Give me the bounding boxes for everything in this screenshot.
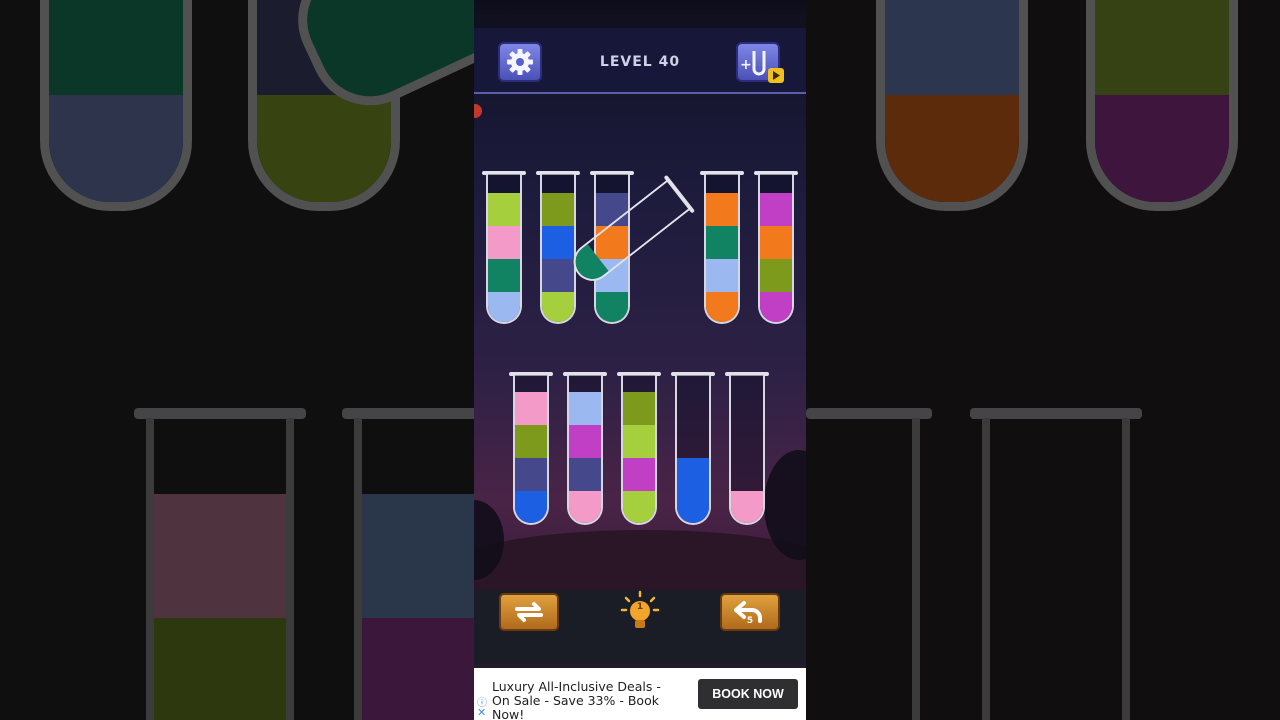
restart-icon — [515, 602, 543, 622]
undo-button[interactable]: 5 — [720, 593, 780, 631]
tube-5[interactable] — [758, 174, 794, 324]
liquid-layer-orange — [706, 292, 738, 322]
tube-8[interactable] — [621, 375, 657, 525]
lightbulb-icon — [620, 590, 660, 628]
blur-overlay — [806, 0, 1280, 720]
liquid-layer-orange — [706, 193, 738, 226]
liquid-layer-magenta — [569, 425, 601, 458]
svg-text:+: + — [740, 57, 752, 73]
liquid-layer-olive — [542, 193, 574, 226]
blur-overlay — [0, 0, 474, 720]
restart-button[interactable] — [499, 593, 559, 631]
blurred-background-left — [0, 0, 474, 720]
liquid-layer-orange — [760, 226, 792, 259]
liquid-layer-blue — [515, 491, 547, 523]
liquid-layer-blue — [677, 458, 709, 491]
hint-button[interactable]: 1 — [620, 590, 660, 634]
liquid-layer-pink — [731, 491, 763, 523]
liquid-layer-pink — [488, 226, 520, 259]
liquid-layer-green — [706, 226, 738, 259]
liquid-layer-navy — [569, 458, 601, 491]
liquid-layer-light-blue — [488, 292, 520, 322]
ad-banner[interactable]: ⓘ ✕ Luxury All-Inclusive Deals - On Sale… — [474, 668, 806, 720]
liquid-layer-olive — [623, 392, 655, 425]
liquid-layer-olive — [760, 259, 792, 292]
ad-close-icon[interactable]: ✕ — [477, 706, 486, 719]
liquid-layer-blue — [677, 491, 709, 523]
liquid-layer-lime — [542, 292, 574, 322]
liquid-layer-light-blue — [706, 259, 738, 292]
add-tube-video-icon: + — [740, 51, 784, 83]
game-screen: LEVEL 40 + 1 5 ⓘ ✕ Luxury All-Inclusive … — [474, 0, 806, 720]
tube-9[interactable] — [675, 375, 711, 525]
liquid-layer-pink — [569, 491, 601, 523]
top-bar: LEVEL 40 + — [474, 28, 806, 94]
liquid-layer-lime — [488, 193, 520, 226]
liquid-layer-green — [488, 259, 520, 292]
liquid-layer-magenta — [760, 292, 792, 322]
liquid-layer-olive — [515, 425, 547, 458]
add-tube-button[interactable]: + — [736, 42, 784, 83]
tube-7[interactable] — [567, 375, 603, 525]
blurred-background-right — [806, 0, 1280, 720]
liquid-layer-magenta — [623, 458, 655, 491]
liquid-layer-magenta — [760, 193, 792, 226]
undo-count: 5 — [746, 616, 754, 626]
liquid-layer-green — [596, 292, 628, 322]
liquid-layer-lime — [623, 491, 655, 523]
red-dot — [474, 104, 482, 118]
tube-10[interactable] — [729, 375, 765, 525]
tube-1[interactable] — [486, 174, 522, 324]
ad-text[interactable]: Luxury All-Inclusive Deals - On Sale - S… — [492, 680, 682, 720]
liquid-layer-navy — [515, 458, 547, 491]
liquid-layer-light-blue — [569, 392, 601, 425]
hint-count: 1 — [636, 602, 644, 612]
tube-6[interactable] — [513, 375, 549, 525]
liquid-layer-pink — [515, 392, 547, 425]
tube-4[interactable] — [704, 174, 740, 324]
liquid-layer-lime — [623, 425, 655, 458]
book-now-button[interactable]: BOOK NOW — [698, 679, 798, 709]
